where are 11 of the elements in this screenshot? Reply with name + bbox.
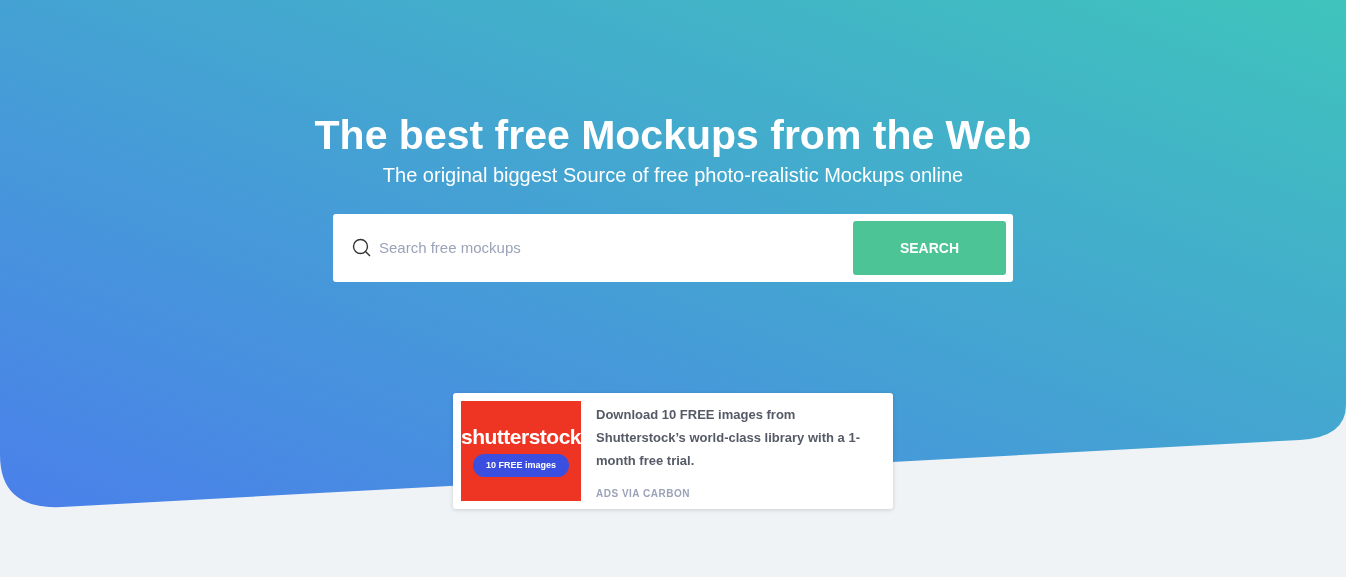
hero-subtitle: The original biggest Source of free photo-realistic Mockups online [382, 163, 964, 188]
ads-via-link[interactable]: ADS VIA CARBON [596, 486, 885, 501]
search-icon [352, 238, 372, 258]
search-button[interactable]: SEARCH [853, 221, 1006, 275]
ad-text[interactable]: Download 10 FREE images from Shutterstock’s world-class library with a 1-month free trial. [596, 403, 885, 472]
search-bar[interactable]: Search free mockups SEARCH [333, 214, 1013, 282]
ad-badge: 10 FREE images [473, 453, 570, 478]
search-field[interactable]: Search free mockups [379, 236, 853, 260]
brand-logo: shutterstock [461, 424, 582, 449]
ad-image[interactable]: shutterstock 10 FREE images [461, 401, 582, 501]
hero-title: The best free Mockups from the Web [314, 111, 1032, 160]
